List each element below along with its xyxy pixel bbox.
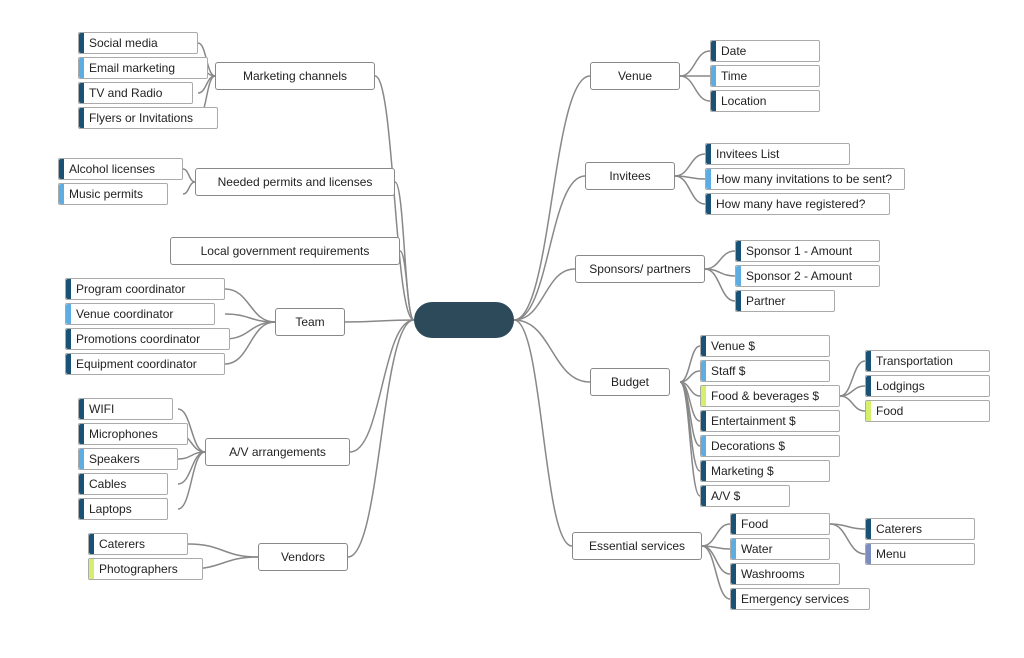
sub-date: Date [710,40,820,62]
sub-entertainment-dollar: Entertainment $ [700,410,840,432]
sub-speakers: Speakers [78,448,178,470]
sub-food-bev-dollar: Food & beverages $ [700,385,840,407]
cat-localgovt[interactable]: Local government requirements [170,237,400,265]
cat-invitees[interactable]: Invitees [585,162,675,190]
sub-caterers-essential: Caterers [865,518,975,540]
sub-venue-coord: Venue coordinator [65,303,215,325]
cat-vendors[interactable]: Vendors [258,543,348,571]
sub-program-coord: Program coordinator [65,278,225,300]
center-node [414,302,514,338]
sub-venue-dollar: Venue $ [700,335,830,357]
cat-venue[interactable]: Venue [590,62,680,90]
sub-location: Location [710,90,820,112]
sub-email-marketing: Email marketing [78,57,208,79]
sub-staff-dollar: Staff $ [700,360,830,382]
sub-microphones: Microphones [78,423,188,445]
sub-menu: Menu [865,543,975,565]
sub-sponsor2: Sponsor 2 - Amount [735,265,880,287]
sub-wifi: WIFI [78,398,173,420]
cat-budget[interactable]: Budget [590,368,670,396]
cat-marketing[interactable]: Marketing channels [215,62,375,90]
sub-water: Water [730,538,830,560]
sub-partner: Partner [735,290,835,312]
cat-permits[interactable]: Needed permits and licenses [195,168,395,196]
sub-washrooms: Washrooms [730,563,840,585]
sub-av-dollar: A/V $ [700,485,790,507]
sub-invitees-list: Invitees List [705,143,850,165]
sub-photographers: Photographers [88,558,203,580]
sub-social-media: Social media [78,32,198,54]
cat-team[interactable]: Team [275,308,345,336]
sub-emergency: Emergency services [730,588,870,610]
sub-music: Music permits [58,183,168,205]
sub-alcohol: Alcohol licenses [58,158,183,180]
sub-invitations: How many invitations to be sent? [705,168,905,190]
sub-laptops: Laptops [78,498,168,520]
sub-sponsor1: Sponsor 1 - Amount [735,240,880,262]
sub-food-essential: Food [730,513,830,535]
sub-lodgings: Lodgings [865,375,990,397]
sub-caterers-vendors: Caterers [88,533,188,555]
sub-equipment-coord: Equipment coordinator [65,353,225,375]
cat-sponsors[interactable]: Sponsors/ partners [575,255,705,283]
cat-essential[interactable]: Essential services [572,532,702,560]
sub-registered: How many have registered? [705,193,890,215]
sub-transportation: Transportation [865,350,990,372]
sub-decorations-dollar: Decorations $ [700,435,840,457]
sub-food-budget: Food [865,400,990,422]
sub-marketing-dollar: Marketing $ [700,460,830,482]
sub-time: Time [710,65,820,87]
sub-tv-radio: TV and Radio [78,82,193,104]
sub-flyers: Flyers or Invitations [78,107,218,129]
sub-promotions-coord: Promotions coordinator [65,328,230,350]
cat-av[interactable]: A/V arrangements [205,438,350,466]
sub-cables: Cables [78,473,168,495]
